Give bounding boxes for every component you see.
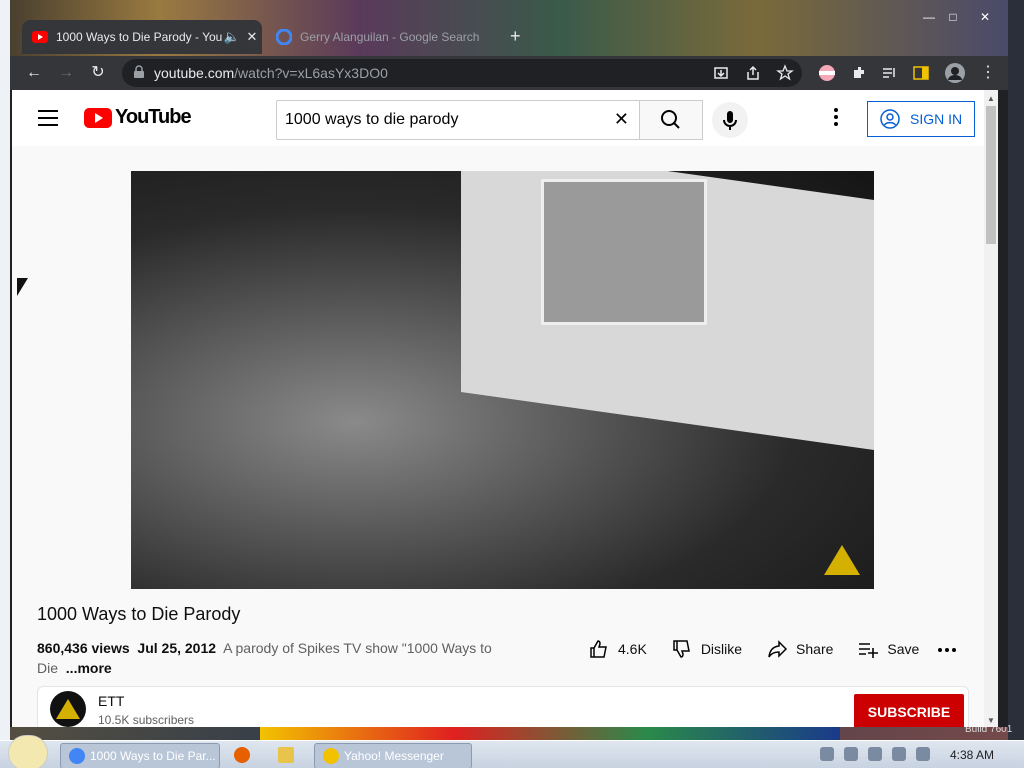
- tab-youtube[interactable]: 1000 Ways to Die Parody - YouTube 🔈 ✕: [22, 20, 262, 54]
- search-button[interactable]: [639, 100, 703, 140]
- microphone-icon: [723, 111, 737, 130]
- tab-google-search[interactable]: Gerry Alanguilan - Google Search: [266, 20, 496, 54]
- clear-search-icon[interactable]: ✕: [614, 109, 629, 130]
- youtube-page: YouTube 1000 ways to die parody ✕ SIGN I…: [12, 90, 994, 727]
- channel-watermark-icon: [824, 545, 860, 575]
- video-title: 1000 Ways to Die Parody: [37, 604, 241, 624]
- back-icon[interactable]: ←: [24, 63, 44, 83]
- chrome-icon: [69, 748, 85, 764]
- search-query: 1000 ways to die parody: [285, 111, 459, 128]
- search-input[interactable]: 1000 ways to die parody ✕: [276, 100, 640, 140]
- windows-taskbar: 1000 Ways to Die Par... Yahoo! Messenger…: [0, 735, 1024, 768]
- youtube-header: YouTube 1000 ways to die parody ✕ SIGN I…: [12, 90, 994, 146]
- channel-row: ETT 10.5K subscribers SUBSCRIBE: [37, 686, 969, 727]
- channel-avatar[interactable]: [50, 691, 86, 727]
- install-icon[interactable]: [712, 64, 730, 82]
- folder-icon: [278, 747, 294, 763]
- search-icon: [661, 110, 680, 129]
- system-tray: [820, 747, 940, 761]
- media-control-icon[interactable]: [880, 64, 898, 82]
- like-button[interactable]: 4.6K: [588, 638, 647, 660]
- video-frame-horse-photo: [541, 179, 707, 325]
- start-button[interactable]: [8, 735, 48, 768]
- thumbs-down-icon: [673, 640, 690, 658]
- playlist-add-icon: [859, 643, 879, 658]
- desktop-edge-right: [1008, 0, 1024, 740]
- google-favicon-icon: [276, 29, 292, 45]
- video-description[interactable]: 860,436 views Jul 25, 2012 A parody of S…: [37, 638, 497, 678]
- network-icon[interactable]: [892, 747, 906, 761]
- show-more-link[interactable]: ...more: [66, 660, 112, 676]
- profile-flag-icon[interactable]: [818, 64, 836, 82]
- subscribe-button[interactable]: SUBSCRIBE: [854, 694, 964, 727]
- sign-in-button[interactable]: SIGN IN: [867, 101, 975, 137]
- scroll-up-icon[interactable]: ▲: [987, 94, 995, 103]
- url-text: youtube.com/watch?v=xL6asYx3DO0: [154, 65, 388, 81]
- browser-toolbar: ← → ↻ youtube.com/watch?v=xL6asYx3DO0 ⋮: [10, 56, 1008, 90]
- yahoo-messenger-icon: [323, 748, 339, 764]
- subscriber-count: 10.5K subscribers: [98, 713, 195, 727]
- lock-icon: [134, 65, 144, 78]
- minimize-icon[interactable]: —: [916, 10, 942, 24]
- network-warning-icon[interactable]: [868, 747, 882, 761]
- share-arrow-icon: [768, 640, 788, 658]
- account-icon: [880, 109, 900, 129]
- taskbar-item-firefox[interactable]: [226, 743, 256, 767]
- mouse-cursor-icon: [17, 278, 28, 296]
- desktop-edge: [0, 0, 10, 740]
- forward-icon[interactable]: →: [56, 63, 76, 83]
- page-scrollbar[interactable]: ▲ ▼: [984, 90, 998, 727]
- address-bar[interactable]: youtube.com/watch?v=xL6asYx3DO0: [122, 59, 802, 87]
- youtube-play-icon: [84, 107, 112, 128]
- profile-avatar-icon[interactable]: [944, 62, 966, 84]
- share-button[interactable]: Share: [766, 638, 833, 660]
- reload-icon[interactable]: ↻: [88, 63, 108, 83]
- close-window-icon[interactable]: ✕: [972, 10, 998, 24]
- extensions-icon[interactable]: [850, 64, 868, 82]
- dislike-button[interactable]: Dislike: [671, 638, 742, 660]
- wallpaper-painting: [260, 727, 840, 740]
- maximize-icon[interactable]: □: [940, 10, 966, 24]
- volume-icon[interactable]: [916, 747, 930, 761]
- new-tab-icon[interactable]: +: [510, 26, 521, 47]
- voice-search-button[interactable]: [712, 102, 748, 138]
- warning-sign-icon: [56, 699, 80, 719]
- taskbar-item-folder[interactable]: [270, 743, 300, 767]
- taskbar-item-yahoo-messenger[interactable]: Yahoo! Messenger: [314, 743, 472, 768]
- save-button[interactable]: Save: [857, 638, 919, 660]
- bookmark-star-icon[interactable]: [776, 64, 794, 82]
- video-player[interactable]: [131, 171, 874, 589]
- more-actions-icon[interactable]: [938, 648, 959, 652]
- browser-menu-icon[interactable]: ⋮: [978, 63, 998, 83]
- channel-name[interactable]: ETT: [98, 693, 124, 709]
- thumbs-up-icon: [590, 640, 607, 658]
- scroll-down-icon[interactable]: ▼: [987, 716, 995, 725]
- settings-kebab-icon[interactable]: [834, 108, 840, 129]
- scrollbar-thumb[interactable]: [986, 106, 996, 244]
- messenger-tray-icon[interactable]: [844, 747, 858, 761]
- browser-titlebar: 1000 Ways to Die Parody - YouTube 🔈 ✕ Ge…: [10, 0, 1008, 56]
- tab-title: 1000 Ways to Die Parody - YouTube: [56, 30, 222, 44]
- upload-date: Jul 25, 2012: [137, 640, 217, 656]
- taskbar-clock[interactable]: 4:38 AM: [950, 748, 994, 762]
- share-page-icon[interactable]: [744, 64, 762, 82]
- firefox-icon: [234, 747, 250, 763]
- view-count: 860,436 views: [37, 640, 130, 656]
- search-tray-icon[interactable]: [820, 747, 834, 761]
- hamburger-menu-icon[interactable]: [38, 110, 58, 126]
- video-actions: 4.6K Dislike Share Save: [588, 638, 943, 660]
- youtube-logo[interactable]: YouTube: [84, 106, 192, 129]
- side-panel-icon[interactable]: [912, 64, 930, 82]
- tab-title: Gerry Alanguilan - Google Search: [300, 30, 480, 44]
- taskbar-item-chrome[interactable]: 1000 Ways to Die Par...: [60, 743, 220, 768]
- tab-close-icon[interactable]: ✕: [242, 29, 262, 45]
- youtube-favicon-icon: [32, 29, 48, 45]
- tab-audio-icon[interactable]: 🔈: [222, 29, 242, 45]
